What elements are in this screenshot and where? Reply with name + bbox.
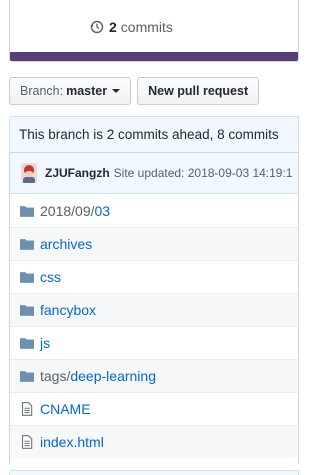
branch-status: This branch is 2 commits ahead, 8 commit… bbox=[9, 116, 299, 152]
latest-commit: ZJUFangzh Site updated: 2018-09-03 14:19… bbox=[10, 153, 298, 194]
avatar[interactable] bbox=[21, 163, 37, 183]
file-row[interactable]: css bbox=[10, 260, 298, 293]
file-row[interactable]: js bbox=[10, 326, 298, 359]
file-row[interactable]: index.html bbox=[10, 425, 298, 458]
file-link[interactable]: css bbox=[40, 269, 61, 285]
file-link[interactable]: js bbox=[40, 335, 50, 351]
file-row[interactable]: fancybox bbox=[10, 293, 298, 326]
commit-author[interactable]: ZJUFangzh bbox=[45, 166, 110, 180]
language-bar[interactable] bbox=[10, 52, 298, 61]
readme-header bbox=[9, 470, 299, 475]
file-row[interactable]: CNAME bbox=[10, 392, 298, 425]
file-link[interactable]: fancybox bbox=[40, 302, 96, 318]
commit-message[interactable]: Site updated: 2018-09-03 14:19:1 bbox=[114, 166, 293, 180]
folder-icon bbox=[20, 371, 34, 382]
file-row[interactable]: 2018/09/03 bbox=[10, 194, 298, 227]
new-pull-request-button[interactable]: New pull request bbox=[137, 77, 260, 105]
file-icon bbox=[21, 435, 33, 449]
folder-icon bbox=[20, 338, 34, 349]
branch-value: master bbox=[66, 84, 108, 98]
commits-label: commits bbox=[120, 18, 173, 35]
history-icon bbox=[90, 20, 104, 33]
commits-count: 2 bbox=[109, 18, 117, 35]
file-link[interactable]: archives bbox=[40, 236, 92, 252]
folder-icon bbox=[20, 272, 34, 283]
file-link[interactable]: deep-learning bbox=[70, 368, 156, 384]
commits-link[interactable]: 2 commits bbox=[10, 0, 298, 53]
file-link[interactable]: CNAME bbox=[40, 401, 91, 417]
folder-icon bbox=[20, 305, 34, 316]
file-toolbar: Branch: master New pull request bbox=[9, 77, 260, 105]
file-row[interactable]: tags/deep-learning bbox=[10, 359, 298, 392]
file-row[interactable]: archives bbox=[10, 227, 298, 260]
file-list: ZJUFangzh Site updated: 2018-09-03 14:19… bbox=[9, 152, 299, 464]
file-link[interactable]: 03 bbox=[95, 203, 111, 219]
path-prefix: tags/ bbox=[40, 368, 71, 384]
branch-label: Branch: bbox=[20, 84, 64, 98]
repo-stats: 2 commits bbox=[9, 0, 299, 62]
branch-select-button[interactable]: Branch: master bbox=[9, 77, 132, 105]
file-link[interactable]: index.html bbox=[40, 434, 104, 450]
folder-icon bbox=[20, 205, 34, 217]
path-prefix: 2018/09/ bbox=[40, 202, 95, 219]
folder-icon bbox=[20, 239, 34, 250]
caret-down-icon bbox=[112, 89, 121, 93]
file-icon bbox=[21, 402, 33, 416]
